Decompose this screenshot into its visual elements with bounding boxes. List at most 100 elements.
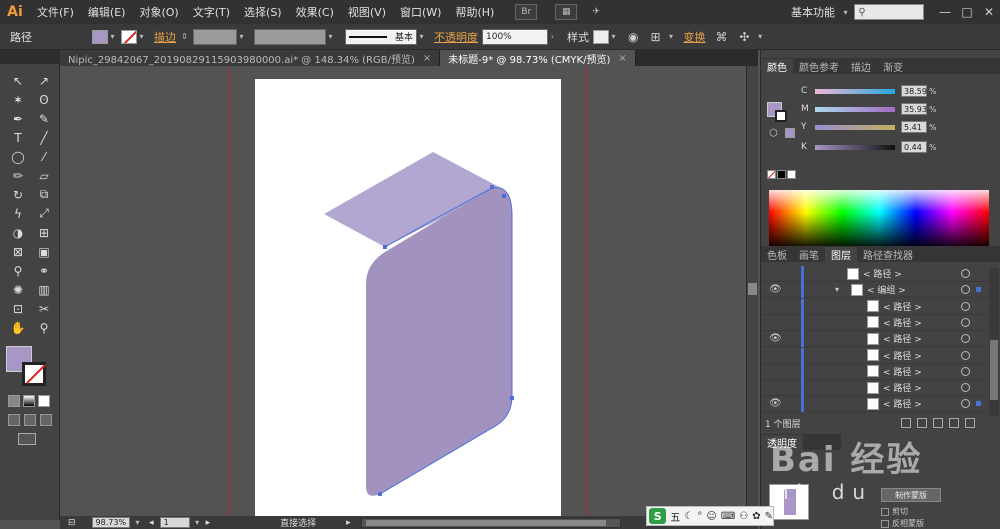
draw-normal-button[interactable] (8, 414, 20, 426)
opacity-panel-link[interactable]: 不透明度 (434, 29, 478, 45)
status-text[interactable]: 直接选择 (280, 516, 316, 529)
brush-definition-field[interactable]: 基本 (345, 28, 417, 45)
stroke-weight-field[interactable] (193, 28, 237, 45)
next-artboard-icon[interactable]: ▸ (206, 518, 211, 528)
symbol-sprayer-icon[interactable]: ✺ (8, 281, 28, 298)
none-swatch[interactable] (767, 170, 776, 179)
visibility-eye-icon[interactable]: 👁 (769, 398, 782, 409)
horizontal-scroll-thumb[interactable] (365, 519, 606, 526)
menu-type[interactable]: 文字(T) (186, 4, 237, 20)
object-thumbnail[interactable] (769, 484, 809, 520)
moon-icon[interactable]: ☾ (684, 511, 693, 522)
close-tab-icon[interactable]: × (423, 53, 431, 64)
layer-name[interactable]: < 路径 > (883, 365, 922, 378)
out-of-gamut-icon[interactable]: ⬡ (769, 128, 778, 139)
panel-menu-icon[interactable]: ▾ (756, 30, 765, 44)
layers-scrollbar[interactable] (989, 268, 999, 416)
zoom-icon[interactable]: ⚲ (34, 319, 54, 336)
hand-icon[interactable]: ✋ (8, 319, 28, 336)
black-swatch[interactable] (777, 170, 786, 179)
none-mode-button[interactable] (38, 395, 50, 407)
anchor-point[interactable] (383, 245, 387, 249)
style-dropdown-icon[interactable]: ▾ (609, 30, 618, 44)
mesh-icon[interactable]: ⊠ (8, 243, 28, 260)
tab-color-guide[interactable]: 颜色参考 (793, 59, 845, 74)
color-panel-stroke-swatch[interactable] (775, 110, 787, 122)
cyan-track[interactable] (815, 88, 895, 94)
stroke-weight-dropdown-icon[interactable]: ▾ (237, 30, 246, 44)
expand-arrow-icon[interactable]: ▾ (835, 285, 839, 294)
skin-icon[interactable]: ✿ (752, 511, 760, 522)
magic-wand-icon[interactable]: ✶ (8, 91, 28, 108)
gradient-mode-button[interactable] (23, 395, 35, 407)
target-circle-icon[interactable] (961, 399, 970, 409)
layer-name[interactable]: < 路径 > (883, 397, 922, 410)
user-icon[interactable]: ⚇ (739, 511, 748, 522)
white-swatch[interactable] (787, 170, 796, 179)
lasso-icon[interactable]: ʘ (34, 91, 54, 108)
horizontal-scrollbar[interactable] (360, 517, 621, 528)
workspace-dropdown-icon[interactable]: ▾ (841, 5, 850, 19)
new-sublayer-icon[interactable] (932, 418, 943, 428)
layers-scroll-thumb[interactable] (990, 340, 998, 400)
transform-panel-link[interactable]: 变换 (684, 29, 706, 45)
fill-dropdown-icon[interactable]: ▾ (108, 30, 117, 44)
line-icon[interactable]: ╱ (34, 129, 54, 146)
yellow-value-field[interactable]: 5.41 (901, 121, 927, 133)
layer-row[interactable]: < 路径 > (761, 363, 989, 380)
ellipse-icon[interactable]: ◯ (8, 148, 28, 165)
magenta-value-field[interactable]: 35.93 (901, 103, 927, 115)
cyan-value-field[interactable]: 38.59 (901, 85, 927, 97)
layer-name[interactable]: < 路径 > (883, 316, 922, 329)
paintbrush-icon[interactable]: ⁄ (34, 148, 54, 165)
make-mask-button[interactable]: 制作蒙版 (881, 488, 941, 502)
layer-row[interactable]: < 路径 > (761, 347, 989, 364)
close-tab-icon[interactable]: × (618, 53, 626, 64)
selection-icon[interactable]: ↖ (8, 72, 28, 89)
visibility-eye-icon[interactable]: 👁 (769, 333, 782, 344)
status-menu-icon[interactable]: ▸ (346, 518, 351, 528)
target-circle-icon[interactable] (961, 301, 970, 311)
target-circle-icon[interactable] (961, 366, 970, 376)
web-safe-swatch[interactable] (785, 128, 795, 138)
menu-view[interactable]: 视图(V) (341, 4, 393, 20)
isolate-icon[interactable]: ⌘ (716, 30, 728, 44)
clip-checkbox[interactable]: 剪切 (881, 506, 908, 517)
tab-pathfinder[interactable]: 路径查找器 (857, 247, 919, 262)
layer-row[interactable]: 👁 < 路径 > (761, 396, 989, 413)
stroke-dropdown-icon[interactable]: ▾ (137, 30, 146, 44)
tab-transparency[interactable]: 透明度 (761, 435, 803, 450)
layer-row[interactable]: < 路径 > (761, 266, 989, 282)
zoom-field[interactable]: 98.73% (91, 517, 131, 528)
artboard-icon[interactable]: ⊡ (8, 300, 28, 317)
curvature-icon[interactable]: ✎ (34, 110, 54, 127)
slice-icon[interactable]: ✂ (34, 300, 54, 317)
emoji-icon[interactable]: ☺ (706, 511, 716, 522)
artboard-nav-icon[interactable]: ⊟ (68, 518, 76, 528)
menu-window[interactable]: 窗口(W) (393, 4, 448, 20)
tab-untitled-9[interactable]: 未标题-9* @ 98.73% (CMYK/预览) × (440, 50, 636, 66)
opacity-dropdown-icon[interactable]: › (548, 30, 557, 44)
anchor-point[interactable] (502, 194, 506, 198)
layer-row[interactable]: < 路径 > (761, 314, 989, 331)
graphic-style-swatch[interactable] (593, 29, 609, 44)
artboard-number-field[interactable]: 1 (159, 517, 190, 528)
tab-stroke[interactable]: 描边 (845, 59, 877, 74)
invert-mask-checkbox[interactable]: 反相蒙版 (881, 518, 924, 529)
fill-color-swatch[interactable] (92, 29, 108, 44)
gradient-icon[interactable]: ▣ (34, 243, 54, 260)
tools-panel-header[interactable] (0, 50, 59, 64)
slider-magenta[interactable]: M 35.93 % (801, 102, 937, 116)
blend-icon[interactable]: ⚭ (34, 262, 54, 279)
menu-object[interactable]: 对象(O) (132, 4, 185, 20)
tab-layers[interactable]: 图层 (825, 247, 857, 262)
type-icon[interactable]: T (8, 129, 28, 146)
menu-help[interactable]: 帮助(H) (448, 4, 501, 20)
new-layer-icon[interactable] (948, 418, 959, 428)
slider-black[interactable]: K 0.44 % (801, 140, 937, 154)
target-circle-icon[interactable] (961, 269, 970, 278)
workspace-switcher[interactable]: 基本功能 (791, 4, 835, 20)
perspective-grid-icon[interactable]: ⊞ (34, 224, 54, 241)
vertical-scroll-thumb[interactable] (748, 283, 757, 295)
stroke-panel-link[interactable]: 描边 (154, 29, 176, 45)
